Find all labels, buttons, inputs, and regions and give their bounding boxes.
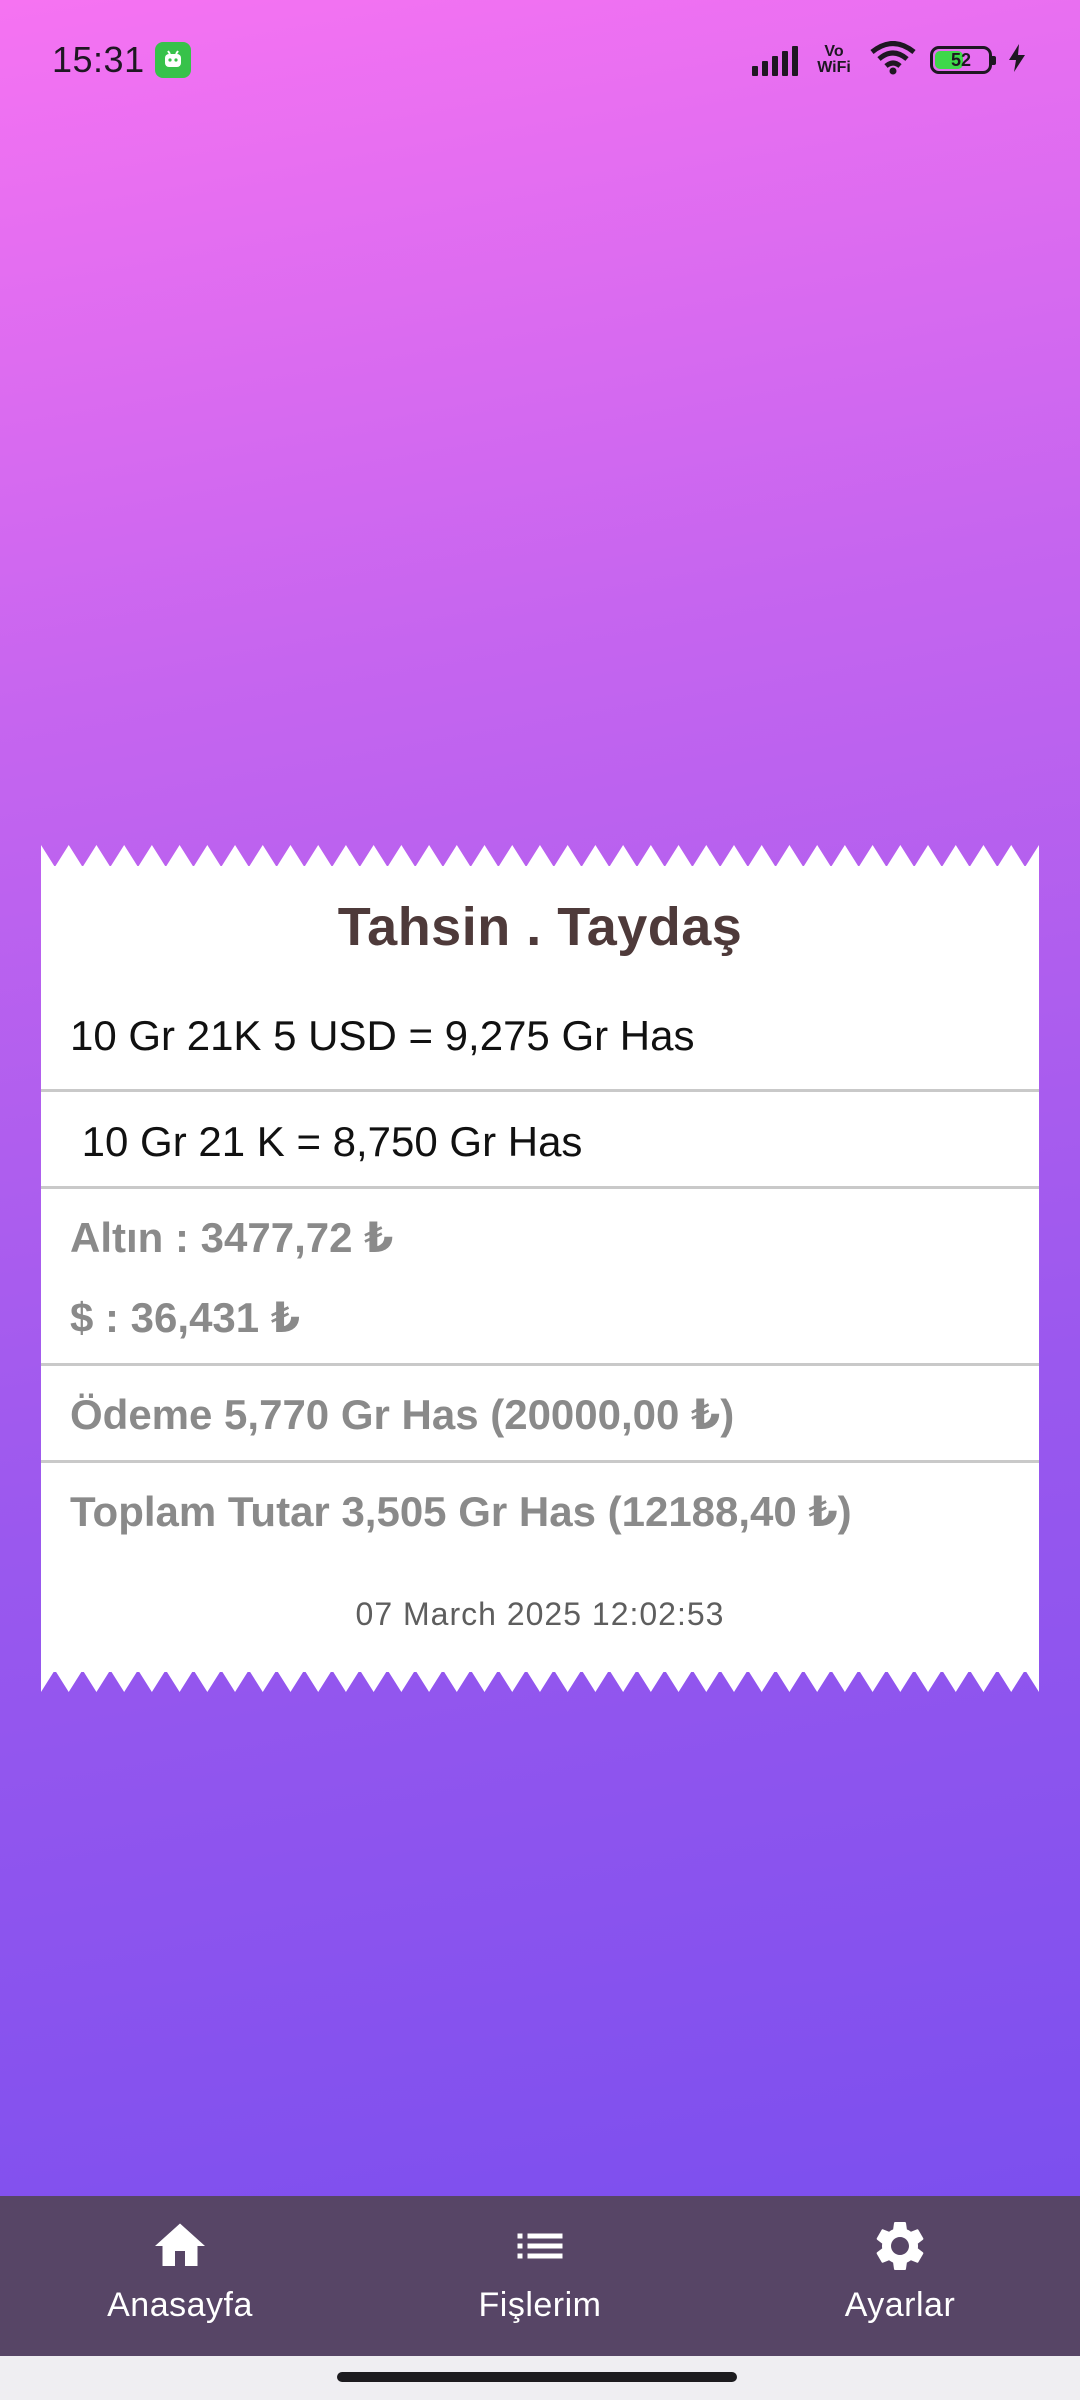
- receipt-zigzag-top: [41, 845, 1039, 867]
- receipt-row-rates: Altın : 3477,72 ₺ $ : 36,431 ₺: [41, 1189, 1039, 1366]
- nav-item-home[interactable]: Anasayfa: [0, 2196, 360, 2356]
- receipt-row-total: Toplam Tutar 3,505 Gr Has (12188,40 ₺): [41, 1463, 1039, 1560]
- battery-icon: 52: [930, 46, 996, 74]
- status-bar: 15:31 Vo WiFi 52: [0, 0, 1080, 120]
- list-icon: [517, 2233, 563, 2259]
- receipt-title: Tahsin . Taydaş: [337, 897, 743, 957]
- receipt-body: Tahsin . Taydaş 10 Gr 21K 5 USD = 9,275 …: [41, 866, 1039, 1672]
- receipt-row-payment: Ödeme 5,770 Gr Has (20000,00 ₺): [41, 1366, 1039, 1463]
- android-app-icon: [154, 42, 191, 78]
- home-indicator[interactable]: [337, 2372, 737, 2382]
- usd-rate-text: $ : 36,431 ₺: [70, 1294, 301, 1341]
- total-text: Toplam Tutar 3,505 Gr Has (12188,40 ₺): [70, 1488, 852, 1535]
- nav-label-receipts: Fişlerim: [478, 2286, 602, 2324]
- payment-text: Ödeme 5,770 Gr Has (20000,00 ₺): [70, 1391, 735, 1438]
- line1-text: 10 Gr 21K 5 USD = 9,275 Gr Has: [70, 1012, 695, 1059]
- receipt-zigzag-bottom: [41, 1670, 1039, 1692]
- gear-icon: [876, 2222, 924, 2270]
- vowifi-label: Vo WiFi: [817, 43, 851, 76]
- battery-level: 52: [950, 49, 972, 70]
- wifi-icon: [870, 40, 916, 80]
- charging-icon: [1006, 43, 1028, 78]
- receipt-row-line2: 10 Gr 21 K = 8,750 Gr Has: [41, 1092, 1039, 1189]
- receipt-row-line1: 10 Gr 21K 5 USD = 9,275 Gr Has: [41, 984, 1039, 1092]
- line2-text: 10 Gr 21 K = 8,750 Gr Has: [70, 1118, 583, 1165]
- signal-icon: [752, 44, 798, 76]
- bottom-navigation: Anasayfa Fişlerim Ayarlar: [0, 2196, 1080, 2356]
- home-icon: [155, 2223, 205, 2266]
- receipt-card: Tahsin . Taydaş 10 Gr 21K 5 USD = 9,275 …: [41, 845, 1039, 1692]
- nav-item-receipts[interactable]: Fişlerim: [360, 2196, 720, 2356]
- nav-label-settings: Ayarlar: [844, 2286, 956, 2324]
- gold-rate-text: Altın : 3477,72 ₺: [70, 1214, 394, 1261]
- receipt-date: 07 March 2025 12:02:53: [355, 1596, 725, 1632]
- nav-item-settings[interactable]: Ayarlar: [720, 2196, 1080, 2356]
- status-time: 15:31: [52, 39, 145, 80]
- nav-label-home: Anasayfa: [107, 2286, 253, 2324]
